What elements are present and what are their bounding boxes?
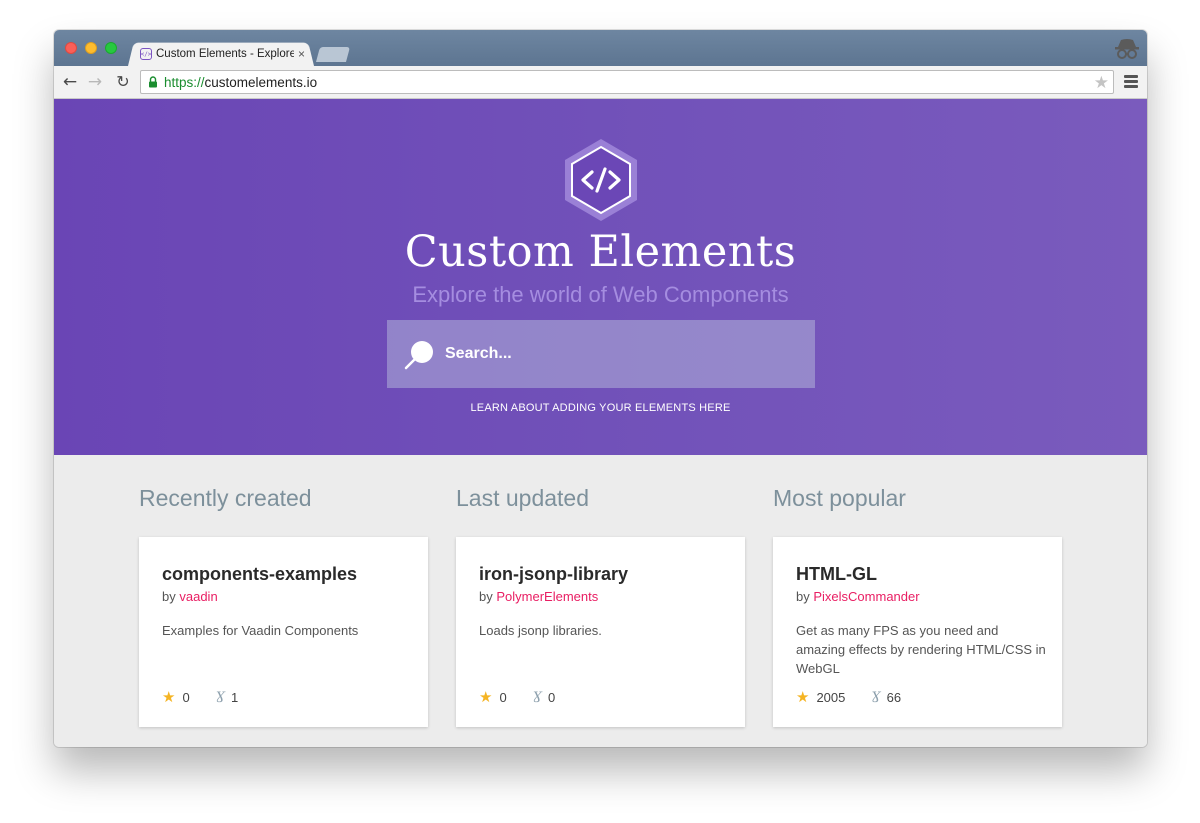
- by-label: by: [162, 589, 176, 604]
- menu-hamburger-icon[interactable]: [1124, 75, 1138, 88]
- star-count: 0: [182, 689, 190, 705]
- maximize-window-button[interactable]: [105, 42, 117, 54]
- element-byline: by PixelsCommander: [796, 589, 920, 604]
- browser-tab-content[interactable]: </> Custom Elements - Explore ×: [140, 44, 310, 64]
- tab-close-button[interactable]: ×: [298, 47, 305, 61]
- address-bar[interactable]: https://customelements.io ★: [140, 70, 1114, 94]
- element-description: Loads jsonp libraries.: [479, 623, 602, 638]
- star-count: 0: [499, 689, 507, 705]
- fork-count: 66: [886, 689, 902, 705]
- bookmark-star-icon[interactable]: ★: [1094, 73, 1109, 93]
- url-host: customelements.io: [204, 74, 318, 90]
- url-text: https://customelements.io: [164, 75, 317, 90]
- fork-icon: Ɣ: [215, 689, 225, 705]
- element-description: Get as many FPS as you need and amazing …: [796, 623, 1046, 676]
- star-count: 2005: [816, 689, 846, 705]
- element-description: Examples for Vaadin Components: [162, 623, 359, 638]
- tab-title: Custom Elements - Explore: [156, 48, 294, 60]
- browser-window: </> Custom Elements - Explore × ← → ↻ ht…: [54, 30, 1147, 747]
- back-arrow-icon[interactable]: ←: [60, 72, 80, 92]
- close-window-button[interactable]: [65, 42, 77, 54]
- forward-arrow-icon[interactable]: →: [85, 72, 105, 92]
- star-icon: ★: [479, 688, 493, 706]
- fork-count: 1: [230, 689, 239, 705]
- element-card[interactable]: iron-jsonp-library by PolymerElements Lo…: [456, 537, 745, 727]
- search-box[interactable]: [387, 320, 815, 388]
- star-icon: ★: [162, 688, 176, 706]
- title-bar: </> Custom Elements - Explore ×: [54, 30, 1147, 66]
- element-byline: by PolymerElements: [479, 589, 598, 604]
- element-name[interactable]: HTML-GL: [796, 564, 877, 585]
- site-title: Custom Elements: [404, 227, 797, 277]
- by-label: by: [479, 589, 493, 604]
- author-link[interactable]: PixelsCommander: [813, 589, 919, 604]
- fork-icon: Ɣ: [871, 689, 881, 705]
- search-icon: [404, 341, 433, 370]
- section-heading: Last updated: [456, 485, 590, 511]
- element-stats: ★ 2005 Ɣ 66: [796, 688, 901, 706]
- favicon-icon: </>: [140, 48, 152, 60]
- fork-icon: Ɣ: [532, 689, 542, 705]
- url-scheme: https://: [164, 74, 205, 90]
- last-updated-column: Last updated iron-jsonp-library by Polym…: [456, 455, 745, 727]
- section-heading: Recently created: [139, 485, 312, 511]
- learn-adding-elements-link[interactable]: LEARN ABOUT ADDING YOUR ELEMENTS HERE: [54, 402, 1147, 414]
- star-icon: ★: [796, 688, 810, 706]
- hero-section: Custom Elements Explore the world of Web…: [54, 99, 1147, 455]
- element-stats: ★ 0 Ɣ 0: [479, 688, 555, 706]
- search-input[interactable]: [445, 340, 795, 368]
- element-stats: ★ 0 Ɣ 1: [162, 688, 238, 706]
- lock-icon: [149, 76, 157, 88]
- author-link[interactable]: PolymerElements: [496, 589, 598, 604]
- element-name[interactable]: iron-jsonp-library: [479, 564, 628, 585]
- fork-count: 0: [547, 689, 556, 705]
- minimize-window-button[interactable]: [85, 42, 97, 54]
- element-byline: by vaadin: [162, 589, 218, 604]
- author-link[interactable]: vaadin: [179, 589, 217, 604]
- most-popular-column: Most popular HTML-GL by PixelsCommander …: [773, 455, 1062, 727]
- site-subtitle: Explore the world of Web Components: [412, 282, 789, 307]
- element-name[interactable]: components-examples: [162, 564, 357, 585]
- by-label: by: [796, 589, 810, 604]
- incognito-icon: [1115, 39, 1139, 59]
- browser-toolbar: ← → ↻ https://customelements.io ★: [54, 66, 1147, 99]
- element-card[interactable]: components-examples by vaadin Examples f…: [139, 537, 428, 727]
- reload-icon[interactable]: ↻: [113, 72, 133, 92]
- section-heading: Most popular: [773, 485, 906, 511]
- code-brackets-hexagon-icon: [565, 139, 637, 221]
- listings-section: Recently created components-examples by …: [54, 455, 1147, 747]
- recently-created-column: Recently created components-examples by …: [139, 455, 428, 727]
- new-tab-button[interactable]: [315, 47, 351, 62]
- element-card[interactable]: HTML-GL by PixelsCommander Get as many F…: [773, 537, 1062, 727]
